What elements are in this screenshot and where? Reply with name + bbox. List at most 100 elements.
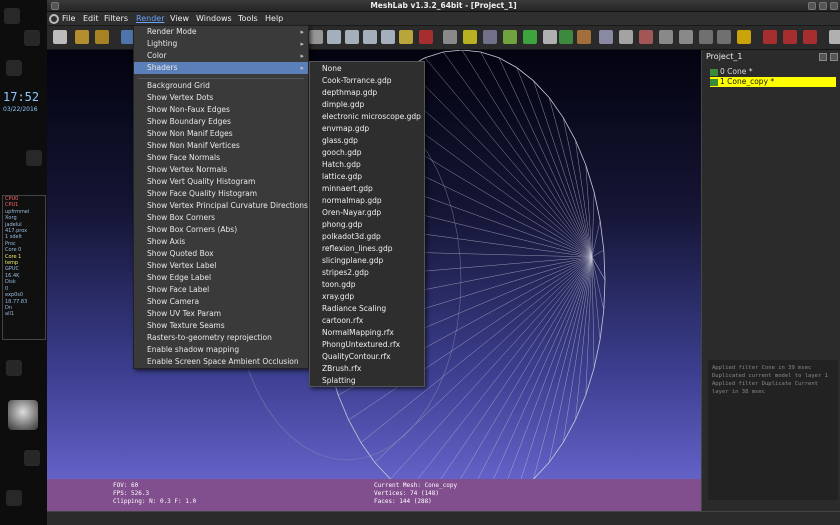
select-face-icon[interactable] <box>717 30 731 44</box>
fill-icon[interactable] <box>659 30 673 44</box>
render-menu-item[interactable]: Show Box Corners (Abs) <box>134 224 308 236</box>
delete-face-icon[interactable] <box>763 30 777 44</box>
shader-menu-item[interactable]: PhongUntextured.rfx <box>310 339 424 351</box>
shader-menu-item[interactable]: polkadot3d.gdp <box>310 231 424 243</box>
delete-all-icon[interactable] <box>803 30 817 44</box>
eye-icon[interactable] <box>710 78 718 86</box>
shader-menu-item[interactable]: glass.gdp <box>310 135 424 147</box>
shader-menu-item[interactable]: gooch.gdp <box>310 147 424 159</box>
texture-icon[interactable] <box>543 30 557 44</box>
render-menu-item[interactable]: Enable Screen Space Ambient Occlusion <box>134 356 308 368</box>
shader-menu-item[interactable]: Splatting <box>310 375 424 387</box>
menu-windows[interactable]: Windows <box>196 14 232 23</box>
render-menu-item[interactable]: Show Boundary Edges <box>134 116 308 128</box>
render-menu-item[interactable]: Show Face Normals <box>134 152 308 164</box>
menu-tools[interactable]: Tools <box>238 14 258 23</box>
pick-icon[interactable] <box>619 30 633 44</box>
shader-menu-item[interactable]: normalmap.gdp <box>310 195 424 207</box>
shader-menu-item[interactable]: minnaert.gdp <box>310 183 424 195</box>
render-menu-item[interactable]: Show Non-Faux Edges <box>134 104 308 116</box>
shader-menu-item[interactable]: NormalMapping.rfx <box>310 327 424 339</box>
close-icon[interactable] <box>830 2 838 10</box>
render-menu-item[interactable]: Show Camera <box>134 296 308 308</box>
shader-menu-item[interactable]: QualityContour.rfx <box>310 351 424 363</box>
layer-item-selected[interactable]: 1 Cone_copy * <box>710 77 836 87</box>
render-menu-item[interactable]: Show Vert Quality Histogram <box>134 176 308 188</box>
shader-menu-item[interactable]: slicingplane.gdp <box>310 255 424 267</box>
panel-float-icon[interactable] <box>819 53 827 61</box>
minimize-icon[interactable] <box>808 2 816 10</box>
render-menu-item[interactable]: Show Non Manif Edges <box>134 128 308 140</box>
shader-menu-item[interactable]: Cook-Torrance.gdp <box>310 75 424 87</box>
menu-view[interactable]: View <box>170 14 189 23</box>
brush-icon[interactable] <box>577 30 591 44</box>
shader-menu-item[interactable]: Hatch.gdp <box>310 159 424 171</box>
render-menu-item[interactable]: Show UV Tex Param <box>134 308 308 320</box>
shader-menu-item[interactable]: Radiance Scaling <box>310 303 424 315</box>
window-menu-icon[interactable] <box>51 2 59 10</box>
points-icon[interactable] <box>327 30 341 44</box>
check-icon[interactable] <box>559 30 573 44</box>
shader-menu-item[interactable]: ZBrush.rfx <box>310 363 424 375</box>
select-icon[interactable] <box>523 30 537 44</box>
render-menu-item[interactable]: Show Vertex Label <box>134 260 308 272</box>
render-menu-item[interactable]: Show Texture Seams <box>134 320 308 332</box>
search-icon[interactable] <box>829 30 840 44</box>
eye-icon[interactable] <box>710 68 718 76</box>
delete-vert-icon[interactable] <box>783 30 797 44</box>
render-menu-item[interactable]: Show Non Manif Vertices <box>134 140 308 152</box>
render-menu-item[interactable]: Show Axis <box>134 236 308 248</box>
render-menu-item[interactable]: Lighting ▸ <box>134 38 308 50</box>
wire-icon[interactable] <box>345 30 359 44</box>
shader-menu-item[interactable]: reflexion_lines.gdp <box>310 243 424 255</box>
measure-icon[interactable] <box>483 30 497 44</box>
label-icon[interactable] <box>463 30 477 44</box>
render-menu-item[interactable]: Render Mode ▸ <box>134 26 308 38</box>
menu-filters[interactable]: Filters <box>104 14 128 23</box>
render-menu-item[interactable]: Show Box Corners <box>134 212 308 224</box>
raster-icon[interactable] <box>599 30 613 44</box>
paint-icon[interactable] <box>503 30 517 44</box>
menu-edit[interactable]: Edit <box>83 14 99 23</box>
shader-menu-item[interactable]: envmap.gdp <box>310 123 424 135</box>
dots-icon[interactable] <box>679 30 693 44</box>
shader-menu-item[interactable]: xray.gdp <box>310 291 424 303</box>
flat-icon[interactable] <box>363 30 377 44</box>
render-menu-item[interactable]: Rasters-to-geometry reprojection <box>134 332 308 344</box>
new-project-icon[interactable] <box>53 30 67 44</box>
info-icon[interactable] <box>737 30 751 44</box>
render-menu-item[interactable]: Show Face Quality Histogram <box>134 188 308 200</box>
render-menu-item[interactable]: Shaders ▸ <box>134 62 308 74</box>
transform-icon[interactable] <box>699 30 713 44</box>
shader-menu-item[interactable]: toon.gdp <box>310 279 424 291</box>
bbox-icon[interactable] <box>309 30 323 44</box>
render-menu-item[interactable]: Show Vertex Normals <box>134 164 308 176</box>
disk-icon[interactable] <box>8 400 38 430</box>
open-folder-icon[interactable] <box>75 30 89 44</box>
render-menu-item[interactable]: Show Vertex Principal Curvature Directio… <box>134 200 308 212</box>
shader-menu-item[interactable]: stripes2.gdp <box>310 267 424 279</box>
render-menu-item[interactable]: Background Grid <box>134 80 308 92</box>
render-menu-item[interactable]: Show Edge Label <box>134 272 308 284</box>
shader-menu-item[interactable]: depthmap.gdp <box>310 87 424 99</box>
render-menu-item[interactable]: Show Face Label <box>134 284 308 296</box>
menu-render[interactable]: Render <box>136 14 164 23</box>
shader-menu-item[interactable]: None <box>310 63 424 75</box>
shader-menu-item[interactable]: cartoon.rfx <box>310 315 424 327</box>
smooth-icon[interactable] <box>381 30 395 44</box>
light-icon[interactable] <box>399 30 413 44</box>
move-icon[interactable] <box>639 30 653 44</box>
shader-menu-item[interactable]: lattice.gdp <box>310 171 424 183</box>
shader-menu-item[interactable]: Oren-Nayar.gdp <box>310 207 424 219</box>
align-icon[interactable] <box>443 30 457 44</box>
shader-menu-item[interactable]: phong.gdp <box>310 219 424 231</box>
render-menu-item[interactable]: Show Vertex Dots <box>134 92 308 104</box>
maximize-icon[interactable] <box>819 2 827 10</box>
color-icon[interactable] <box>419 30 433 44</box>
render-menu-item[interactable]: Enable shadow mapping <box>134 344 308 356</box>
menu-file[interactable]: File <box>62 14 75 23</box>
render-menu-item[interactable]: Show Quoted Box <box>134 248 308 260</box>
menu-help[interactable]: Help <box>265 14 283 23</box>
panel-close-icon[interactable] <box>830 53 838 61</box>
layer-item[interactable]: 0 Cone * <box>710 67 836 77</box>
